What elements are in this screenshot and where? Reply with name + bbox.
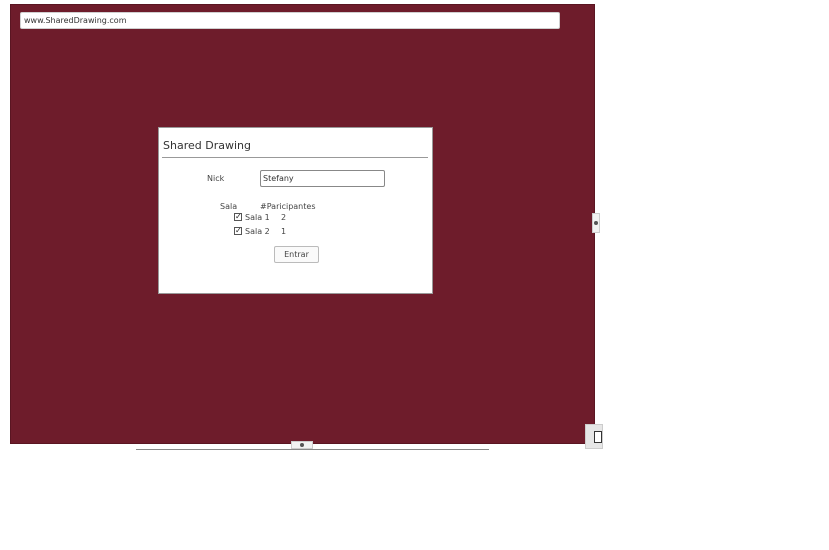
device-toggle[interactable] [585,424,603,449]
nick-label: Nick [207,174,225,183]
url-bar[interactable]: www.SharedDrawing.com [20,12,560,29]
room-participants: 1 [281,227,287,236]
dialog-divider [162,157,428,158]
handle-dot-icon [300,443,304,447]
handle-dot-icon [594,221,598,225]
right-resize-handle[interactable] [592,213,600,233]
login-dialog: Shared Drawing Nick Stefany Sala #Parici… [158,127,433,294]
room-checkbox[interactable]: ✓ [234,227,242,235]
enter-button[interactable]: Entrar [274,246,319,263]
participants-header: #Paricipantes [260,202,316,211]
room-name: Sala 2 [245,227,270,236]
bottom-divider [136,449,489,450]
nick-input[interactable]: Stefany [260,170,385,187]
rooms-header: Sala [220,202,238,211]
check-icon: ✓ [235,226,242,235]
dialog-title: Shared Drawing [163,139,251,152]
room-participants: 2 [281,213,287,222]
check-icon: ✓ [235,212,242,221]
room-name: Sala 1 [245,213,270,222]
room-checkbox[interactable]: ✓ [234,213,242,221]
tablet-icon [594,431,602,443]
bottom-resize-handle[interactable] [291,441,313,449]
